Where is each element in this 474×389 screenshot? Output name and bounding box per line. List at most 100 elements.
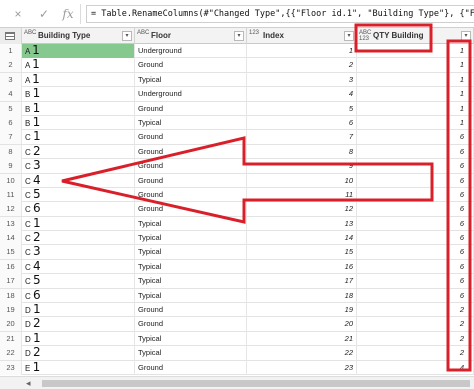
- cell-qty-building[interactable]: 6: [357, 231, 474, 246]
- cell-index[interactable]: 15: [247, 245, 357, 260]
- cell-floor[interactable]: Ground: [135, 187, 247, 202]
- cell-floor[interactable]: Typical: [135, 231, 247, 246]
- cell-floor[interactable]: Ground: [135, 159, 247, 174]
- horizontal-scrollbar[interactable]: ◂: [0, 376, 474, 389]
- row-number[interactable]: 9: [0, 159, 22, 174]
- cell-index[interactable]: 1: [247, 44, 357, 58]
- cell-floor[interactable]: Typical: [135, 346, 247, 361]
- any-type-icon[interactable]: ABC 123: [359, 30, 371, 42]
- table-row[interactable]: 1A 1 Underground 1 1: [0, 44, 474, 59]
- table-row[interactable]: 4B 1 Underground 4 1: [0, 87, 474, 102]
- cell-floor[interactable]: Underground: [135, 44, 247, 58]
- table-row[interactable]: 19 D 1 Ground 19 2: [0, 303, 474, 318]
- cell-index[interactable]: 8: [247, 144, 357, 159]
- row-number[interactable]: 4: [0, 87, 22, 102]
- cell-index[interactable]: 3: [247, 72, 357, 87]
- cell-qty-building[interactable]: 6: [357, 288, 474, 303]
- table-row[interactable]: 3A 1 Typical 3 1: [0, 72, 474, 88]
- column-header-building-type[interactable]: ABC Building Type ▾: [22, 28, 135, 44]
- table-row[interactable]: 10 C 4 Ground 10 6: [0, 173, 474, 188]
- row-number[interactable]: 21: [0, 331, 22, 346]
- row-number[interactable]: 8: [0, 144, 22, 159]
- cell-building-type[interactable]: B 1: [22, 87, 135, 102]
- table-row[interactable]: 6B 1 Typical 6 1: [0, 115, 474, 131]
- cell-floor[interactable]: Typical: [135, 274, 247, 289]
- cell-building-type[interactable]: A 1: [22, 58, 135, 73]
- row-number[interactable]: 6: [0, 115, 22, 130]
- cell-building-type[interactable]: E 1: [22, 360, 135, 375]
- filter-dropdown-icon[interactable]: ▾: [234, 31, 244, 41]
- cell-qty-building[interactable]: 1: [357, 87, 474, 102]
- cell-qty-building[interactable]: 6: [357, 130, 474, 145]
- close-icon[interactable]: ×: [10, 6, 26, 22]
- table-row[interactable]: 14 C 2 Typical 14 6: [0, 231, 474, 246]
- table-row[interactable]: 20 D 2 Ground 20 2: [0, 317, 474, 332]
- table-row[interactable]: 21 D 1 Typical 21 2: [0, 331, 474, 347]
- cell-building-type[interactable]: B 1: [22, 101, 135, 116]
- cell-qty-building[interactable]: 6: [357, 274, 474, 289]
- cell-index[interactable]: 14: [247, 231, 357, 246]
- cell-index[interactable]: 21: [247, 331, 357, 346]
- row-number[interactable]: 23: [0, 360, 22, 375]
- row-number[interactable]: 16: [0, 259, 22, 274]
- cell-floor[interactable]: Ground: [135, 144, 247, 159]
- row-number[interactable]: 19: [0, 303, 22, 318]
- checkmark-icon[interactable]: ✓: [36, 6, 52, 22]
- text-type-icon[interactable]: ABC: [24, 30, 36, 36]
- cell-index[interactable]: 10: [247, 173, 357, 188]
- cell-index[interactable]: 9: [247, 159, 357, 174]
- table-row[interactable]: 12 C 6 Ground 12 6: [0, 202, 474, 217]
- cell-building-type[interactable]: B 1: [22, 115, 135, 130]
- cell-building-type[interactable]: C 4: [22, 173, 135, 188]
- filter-dropdown-icon[interactable]: ▾: [461, 31, 471, 41]
- column-header-qty-building[interactable]: ABC 123 QTY Building ▾: [357, 28, 474, 44]
- cell-qty-building[interactable]: 6: [357, 159, 474, 174]
- cell-floor[interactable]: Ground: [135, 360, 247, 375]
- row-number[interactable]: 20: [0, 317, 22, 332]
- cell-index[interactable]: 5: [247, 101, 357, 116]
- cell-qty-building[interactable]: 2: [357, 317, 474, 332]
- row-number[interactable]: 1: [0, 44, 22, 58]
- cell-qty-building[interactable]: 1: [357, 101, 474, 116]
- table-row[interactable]: 5B 1 Ground 5 1: [0, 101, 474, 116]
- table-row[interactable]: 8C 2 Ground 8 6: [0, 144, 474, 160]
- filter-dropdown-icon[interactable]: ▾: [122, 31, 132, 41]
- row-number[interactable]: 18: [0, 288, 22, 303]
- cell-index[interactable]: 16: [247, 259, 357, 274]
- cell-floor[interactable]: Typical: [135, 216, 247, 231]
- cell-qty-building[interactable]: 6: [357, 259, 474, 274]
- row-number[interactable]: 2: [0, 58, 22, 73]
- cell-building-type[interactable]: D 2: [22, 317, 135, 332]
- table-row[interactable]: 7C 1 Ground 7 6: [0, 130, 474, 145]
- row-number[interactable]: 11: [0, 187, 22, 202]
- row-number[interactable]: 13: [0, 216, 22, 231]
- table-row[interactable]: 23 E 1 Ground 23 4: [0, 360, 474, 375]
- number-type-icon[interactable]: 123: [249, 30, 261, 36]
- cell-qty-building[interactable]: 6: [357, 245, 474, 260]
- scroll-left-icon[interactable]: ◂: [26, 378, 31, 389]
- table-row[interactable]: 22 D 2 Typical 22 2: [0, 346, 474, 361]
- cell-building-type[interactable]: C 5: [22, 274, 135, 289]
- cell-building-type[interactable]: A 1: [22, 72, 135, 87]
- cell-floor[interactable]: Typical: [135, 259, 247, 274]
- table-menu-button[interactable]: [0, 28, 22, 44]
- row-number[interactable]: 7: [0, 130, 22, 145]
- cell-qty-building[interactable]: 1: [357, 115, 474, 130]
- row-number[interactable]: 3: [0, 72, 22, 87]
- cell-index[interactable]: 20: [247, 317, 357, 332]
- cell-index[interactable]: 11: [247, 187, 357, 202]
- cell-qty-building[interactable]: 6: [357, 173, 474, 188]
- cell-building-type[interactable]: C 4: [22, 259, 135, 274]
- cell-building-type[interactable]: C 6: [22, 202, 135, 217]
- cell-building-type[interactable]: C 5: [22, 187, 135, 202]
- fx-icon[interactable]: fx: [60, 6, 76, 22]
- cell-index[interactable]: 22: [247, 346, 357, 361]
- column-header-floor[interactable]: ABC Floor ▾: [135, 28, 247, 44]
- cell-qty-building[interactable]: 6: [357, 144, 474, 159]
- cell-floor[interactable]: Typical: [135, 331, 247, 346]
- cell-qty-building[interactable]: 6: [357, 202, 474, 217]
- cell-building-type[interactable]: D 2: [22, 346, 135, 361]
- row-number[interactable]: 17: [0, 274, 22, 289]
- row-number[interactable]: 5: [0, 101, 22, 116]
- cell-floor[interactable]: Ground: [135, 317, 247, 332]
